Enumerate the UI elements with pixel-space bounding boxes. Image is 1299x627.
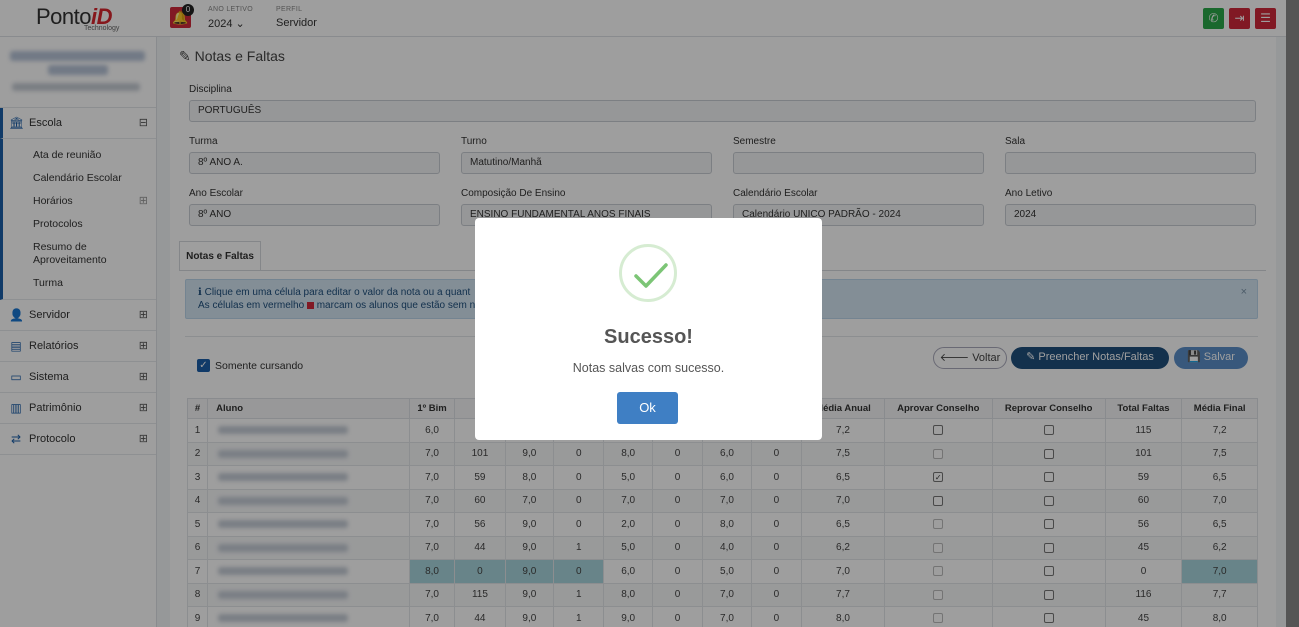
dialog-message: Notas salvas com sucesso.: [572, 361, 725, 375]
app-window: PontoiD Technology 🔔 0 ANO LETIVO 2024 ⌄…: [0, 0, 1299, 627]
success-check-icon: [619, 244, 677, 302]
dialog-title: Sucesso!: [604, 326, 693, 348]
success-dialog: Sucesso! Notas salvas com sucesso. Ok: [475, 218, 822, 440]
check-mark-icon: [634, 263, 668, 288]
ok-button[interactable]: Ok: [617, 392, 678, 424]
